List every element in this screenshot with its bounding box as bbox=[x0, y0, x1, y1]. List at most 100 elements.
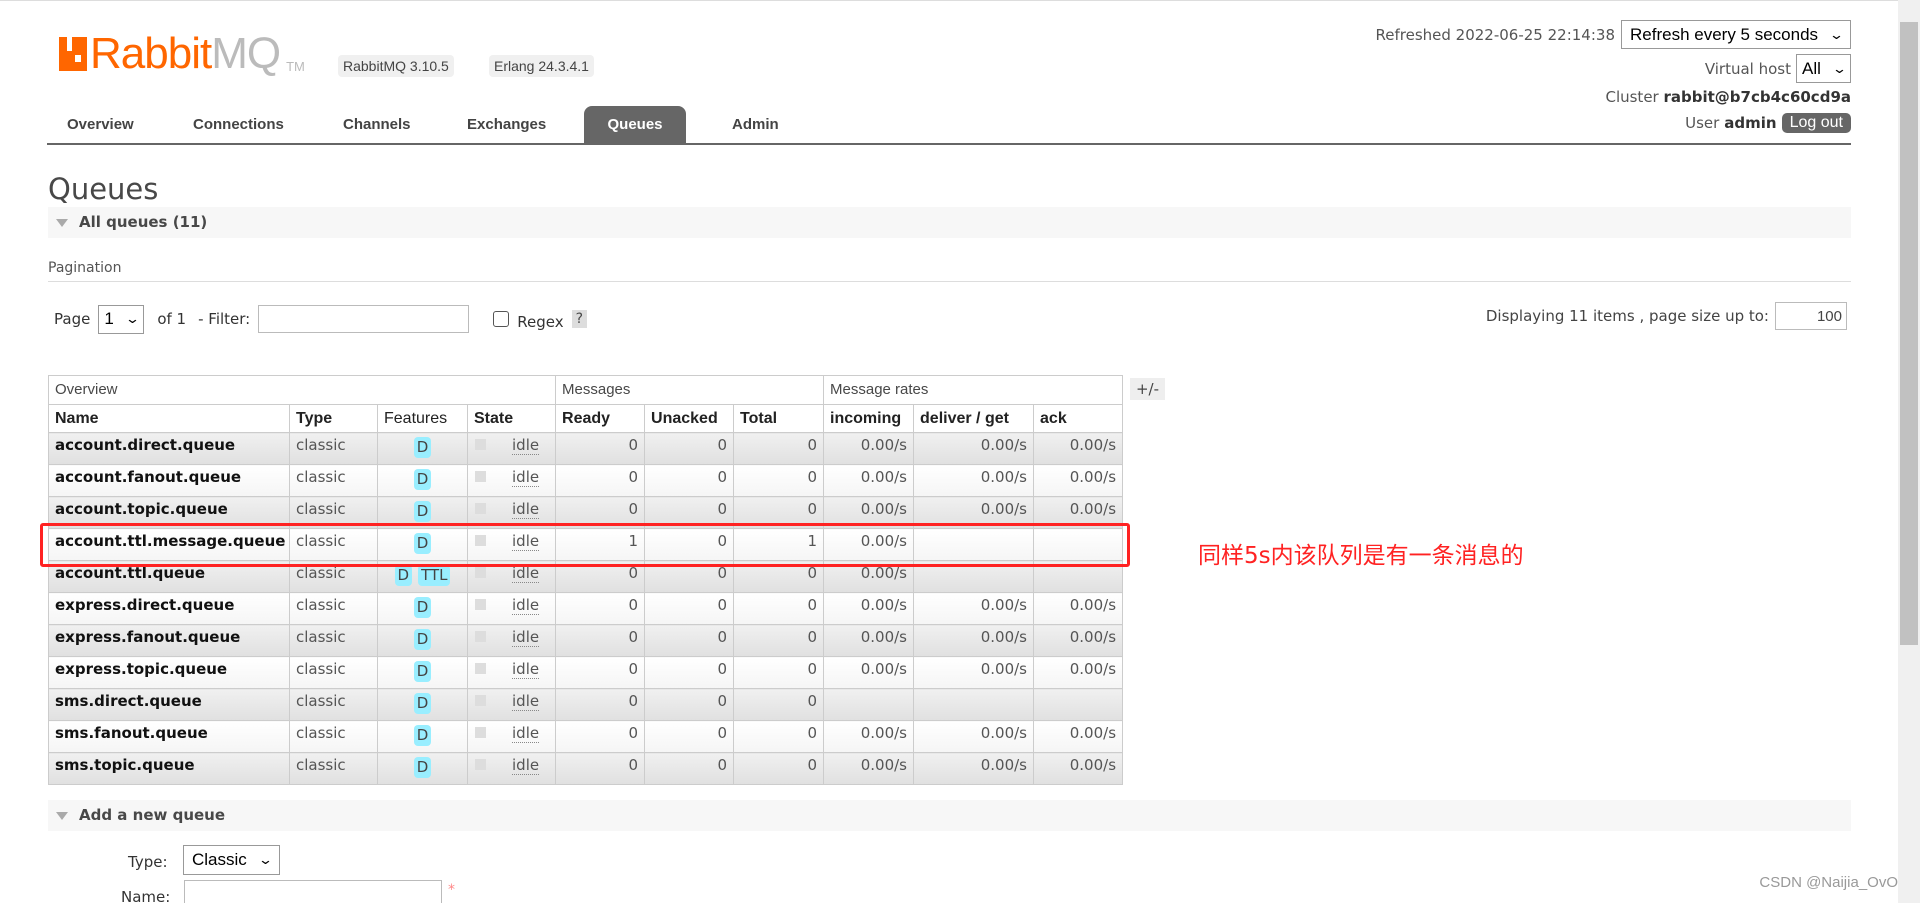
chevron-down-icon: ⌄ bbox=[1828, 26, 1845, 42]
vhost-label: Virtual host bbox=[1704, 59, 1791, 78]
filter-input[interactable] bbox=[258, 305, 470, 333]
feature-badge: D bbox=[413, 757, 432, 778]
tab-admin[interactable]: Admin bbox=[712, 106, 799, 145]
cell-incoming bbox=[823, 688, 915, 721]
watermark: CSDN @Naijia_OvO bbox=[1759, 874, 1898, 891]
cell-deliver-get: 0.00/s bbox=[913, 720, 1035, 753]
cell-deliver-get: 0.00/s bbox=[913, 432, 1035, 465]
table-row: express.topic.queue classic Didle 0 0 0 0.00/s… bbox=[48, 656, 1124, 689]
group-message-rates: Message rates bbox=[823, 375, 1124, 405]
cell-total: 0 bbox=[733, 720, 825, 753]
cluster-row: Cluster rabbit@b7cb4c60cd9a bbox=[1605, 88, 1851, 106]
cell-name[interactable]: account.fanout.queue bbox=[48, 464, 290, 497]
col-type[interactable]: Type bbox=[289, 404, 378, 433]
all-queues-toggle[interactable]: All queues (11) bbox=[48, 207, 1851, 238]
tab-exchanges[interactable]: Exchanges bbox=[447, 106, 566, 145]
vhost-select[interactable]: All ⌄ bbox=[1796, 54, 1851, 83]
cell-name[interactable]: sms.direct.queue bbox=[48, 688, 290, 721]
tab-overview[interactable]: Overview bbox=[47, 106, 154, 145]
cell-ready: 0 bbox=[555, 432, 646, 465]
state-indicator-icon bbox=[475, 695, 486, 706]
tab-queues[interactable]: Queues bbox=[584, 106, 686, 145]
cell-unacked: 0 bbox=[644, 592, 735, 625]
col-deliver-get[interactable]: deliver / get bbox=[913, 404, 1035, 433]
cell-features: D bbox=[377, 464, 468, 497]
cell-total: 0 bbox=[733, 464, 825, 497]
chevron-down-icon: ⌄ bbox=[1831, 60, 1848, 76]
feature-badge: TTL bbox=[418, 565, 451, 586]
cell-deliver-get bbox=[913, 688, 1035, 721]
vhost-select-value: All bbox=[1802, 58, 1821, 78]
cell-name[interactable]: sms.topic.queue bbox=[48, 752, 290, 785]
tab-connections[interactable]: Connections bbox=[173, 106, 304, 145]
cell-name[interactable]: express.direct.queue bbox=[48, 592, 290, 625]
col-name[interactable]: Name bbox=[48, 404, 290, 433]
cell-type: classic bbox=[289, 464, 378, 497]
cell-ack bbox=[1033, 688, 1124, 721]
cell-features: D bbox=[377, 592, 468, 625]
cell-ack: 0.00/s bbox=[1033, 592, 1124, 625]
cell-name[interactable]: express.fanout.queue bbox=[48, 624, 290, 657]
cell-name[interactable]: account.direct.queue bbox=[48, 432, 290, 465]
rabbitmq-logo[interactable]: Rabbit MQ TM bbox=[59, 29, 305, 78]
cell-name[interactable]: express.topic.queue bbox=[48, 656, 290, 689]
col-ack[interactable]: ack bbox=[1033, 404, 1124, 433]
logo-text-rabbit: Rabbit bbox=[90, 29, 212, 78]
group-overview: Overview bbox=[47, 375, 557, 405]
logo-tm: TM bbox=[286, 59, 305, 74]
cell-total: 0 bbox=[733, 624, 825, 657]
cell-unacked: 0 bbox=[644, 624, 735, 657]
pagination-row: Page 1 ⌄ of 1 - Filter: Regex ? bbox=[54, 304, 588, 334]
refreshed-timestamp: Refreshed 2022-06-25 22:14:38 bbox=[1375, 25, 1615, 44]
page-select[interactable]: 1 ⌄ bbox=[98, 304, 145, 334]
state-label: idle bbox=[512, 436, 540, 455]
col-unacked[interactable]: Unacked bbox=[644, 404, 735, 433]
scrollbar-thumb[interactable] bbox=[1900, 22, 1918, 645]
cell-incoming: 0.00/s bbox=[823, 720, 915, 753]
cell-unacked: 0 bbox=[644, 688, 735, 721]
cell-ack: 0.00/s bbox=[1033, 624, 1124, 657]
feature-badge: D bbox=[413, 725, 432, 746]
cell-deliver-get: 0.00/s bbox=[913, 624, 1035, 657]
col-total[interactable]: Total bbox=[733, 404, 825, 433]
type-label: Type: bbox=[128, 853, 168, 871]
cell-features: D bbox=[377, 720, 468, 753]
queue-type-value: Classic bbox=[192, 850, 247, 869]
cell-state: idle bbox=[466, 624, 557, 657]
tab-channels[interactable]: Channels bbox=[323, 106, 431, 145]
page-size-input[interactable] bbox=[1775, 302, 1847, 330]
state-indicator-icon bbox=[475, 471, 486, 482]
queue-type-select[interactable]: Classic ⌄ bbox=[183, 845, 280, 875]
page-select-value: 1 bbox=[104, 309, 114, 328]
refresh-select-value: Refresh every 5 seconds bbox=[1630, 24, 1819, 44]
col-state[interactable]: State bbox=[466, 404, 557, 433]
col-incoming[interactable]: incoming bbox=[823, 404, 915, 433]
feature-badge: D bbox=[394, 565, 413, 586]
queue-name-input[interactable] bbox=[184, 880, 442, 903]
cell-incoming: 0.00/s bbox=[823, 432, 915, 465]
regex-help-button[interactable]: ? bbox=[571, 310, 588, 328]
cell-ack: 0.00/s bbox=[1033, 464, 1124, 497]
state-indicator-icon bbox=[475, 663, 486, 674]
state-label: idle bbox=[512, 692, 540, 711]
columns-toggle-button[interactable]: +/- bbox=[1130, 378, 1165, 400]
cell-features: D bbox=[377, 752, 468, 785]
add-queue-toggle[interactable]: Add a new queue bbox=[48, 800, 1851, 831]
cell-unacked: 0 bbox=[644, 656, 735, 689]
cell-deliver-get: 0.00/s bbox=[913, 464, 1035, 497]
cell-total: 0 bbox=[733, 688, 825, 721]
feature-badge: D bbox=[413, 597, 432, 618]
col-ready[interactable]: Ready bbox=[555, 404, 646, 433]
page-title: Queues bbox=[48, 172, 159, 206]
regex-checkbox[interactable] bbox=[493, 311, 510, 327]
cell-type: classic bbox=[289, 688, 378, 721]
feature-badge: D bbox=[413, 437, 432, 458]
table-row: express.direct.queue classic Didle 0 0 0 0.00/… bbox=[48, 592, 1124, 625]
refresh-interval-select[interactable]: Refresh every 5 seconds ⌄ bbox=[1621, 20, 1851, 49]
cell-name[interactable]: sms.fanout.queue bbox=[48, 720, 290, 753]
cell-total: 0 bbox=[733, 432, 825, 465]
col-features: Features bbox=[377, 404, 468, 433]
logo-text-mq: MQ bbox=[211, 29, 281, 78]
cell-features: D bbox=[377, 656, 468, 689]
cell-state: idle bbox=[466, 656, 557, 689]
